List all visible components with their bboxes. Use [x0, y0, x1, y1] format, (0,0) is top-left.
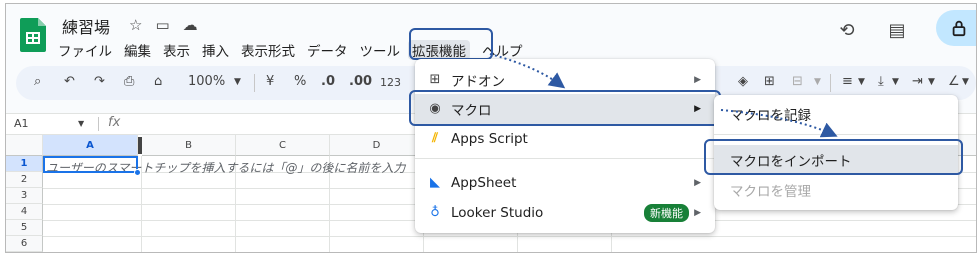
apps-script-icon: ⫽ — [432, 131, 438, 146]
menu-item-record-macro[interactable]: マクロを記録 — [714, 100, 958, 128]
document-title[interactable]: 練習場 — [62, 14, 110, 38]
menu-item-looker-studio[interactable]: ♁ Looker Studio 新機能 ▶ — [415, 199, 715, 227]
sheets-logo-icon[interactable] — [20, 18, 46, 52]
menu-format[interactable]: 表示形式 — [241, 40, 295, 60]
addons-icon: ⊞ — [429, 72, 441, 87]
comments-icon[interactable]: ▤ — [886, 20, 908, 42]
redo-icon[interactable]: ↷ — [94, 74, 105, 89]
macros-highlight — [409, 90, 721, 126]
name-box[interactable]: A1 — [14, 117, 29, 130]
submenu-arrow-icon: ▶ — [694, 208, 701, 218]
import-macro-highlight — [704, 139, 963, 175]
menu-item-manage-macros: マクロを管理 — [730, 184, 811, 200]
percent-format-button[interactable]: % — [294, 74, 306, 89]
appsheet-icon: ◣ — [430, 175, 440, 190]
move-folder-icon[interactable]: ▭ — [155, 16, 169, 34]
zoom-select[interactable]: 100% — [188, 74, 225, 89]
history-icon[interactable]: ⟲ — [836, 20, 858, 42]
name-box-dropdown-icon[interactable]: ▼ — [78, 119, 84, 128]
fill-handle[interactable] — [134, 169, 141, 176]
extensions-menu: ⊞ アドオン ▶ ◉ マクロ ▶ ⫽ Apps Script ◣ AppShee… — [415, 59, 715, 233]
select-all-corner[interactable] — [6, 135, 43, 156]
menu-data[interactable]: データ — [307, 40, 348, 60]
row-header-4[interactable]: 4 — [6, 204, 43, 220]
menu-edit[interactable]: 編集 — [124, 40, 151, 60]
paint-format-icon[interactable]: ⌂ — [154, 74, 162, 89]
text-rotation-icon[interactable]: ∠ — [948, 74, 960, 89]
cloud-status-icon[interactable]: ☁ — [183, 16, 198, 34]
decrease-decimal-button[interactable]: .0 — [321, 74, 335, 89]
wrap-dropdown-icon[interactable]: ▼ — [928, 77, 935, 87]
star-icon[interactable]: ☆ — [129, 16, 142, 34]
share-button[interactable] — [936, 10, 976, 46]
menu-file[interactable]: ファイル — [58, 40, 112, 60]
borders-icon[interactable]: ⊞ — [764, 74, 775, 89]
zoom-dropdown-icon[interactable]: ▼ — [234, 77, 241, 87]
v-align-dropdown-icon[interactable]: ▼ — [892, 77, 899, 87]
row-header-5[interactable]: 5 — [6, 220, 43, 236]
column-header-d[interactable]: D — [330, 135, 424, 156]
fx-icon: fx — [108, 115, 121, 130]
horizontal-align-icon[interactable]: ≡ — [842, 74, 853, 89]
column-header-b[interactable]: B — [142, 135, 236, 156]
column-header-a[interactable]: A — [43, 135, 138, 156]
row-header-6[interactable]: 6 — [6, 236, 43, 252]
menu-view[interactable]: 表示 — [163, 40, 190, 60]
row-header-1[interactable]: 1 — [6, 156, 43, 172]
sheets-window: 練習場 ☆ ▭ ☁ ファイル 編集 表示 挿入 表示形式 データ ツール 拡張機… — [5, 3, 977, 253]
submenu-arrow-icon: ▶ — [694, 178, 701, 188]
vertical-align-icon[interactable]: ⤓ — [878, 74, 884, 89]
column-header-c[interactable]: C — [236, 135, 330, 156]
rotation-dropdown-icon[interactable]: ▼ — [962, 77, 969, 87]
more-formats-button[interactable]: 123 — [380, 76, 401, 89]
text-wrap-icon[interactable]: ⇥ — [912, 74, 923, 89]
currency-format-button[interactable]: ¥ — [266, 74, 274, 89]
menu-tools[interactable]: ツール — [360, 40, 401, 60]
extensions-highlight — [409, 28, 493, 60]
menu-insert[interactable]: 挿入 — [202, 40, 229, 60]
search-menus-icon[interactable]: ⌕ — [34, 74, 41, 89]
print-icon[interactable]: ⎙ — [124, 74, 134, 89]
submenu-arrow-icon: ▶ — [694, 75, 701, 85]
looker-studio-icon: ♁ — [430, 205, 440, 220]
row-header-2[interactable]: 2 — [6, 172, 43, 188]
menu-item-apps-script[interactable]: ⫽ Apps Script — [415, 125, 715, 153]
new-feature-badge: 新機能 — [644, 204, 689, 222]
merge-dropdown-icon[interactable]: ▼ — [814, 77, 821, 87]
h-align-dropdown-icon[interactable]: ▼ — [858, 77, 865, 87]
row-header-3[interactable]: 3 — [6, 188, 43, 204]
merge-cells-icon[interactable]: ⊟ — [792, 74, 803, 89]
undo-icon[interactable]: ↶ — [64, 74, 75, 89]
lock-icon — [952, 20, 966, 37]
increase-decimal-button[interactable]: .00 — [349, 74, 372, 89]
fill-color-icon[interactable]: ◈ — [738, 74, 748, 89]
menu-item-appsheet[interactable]: ◣ AppSheet ▶ — [415, 169, 715, 197]
selected-cell-a1[interactable] — [43, 156, 138, 173]
